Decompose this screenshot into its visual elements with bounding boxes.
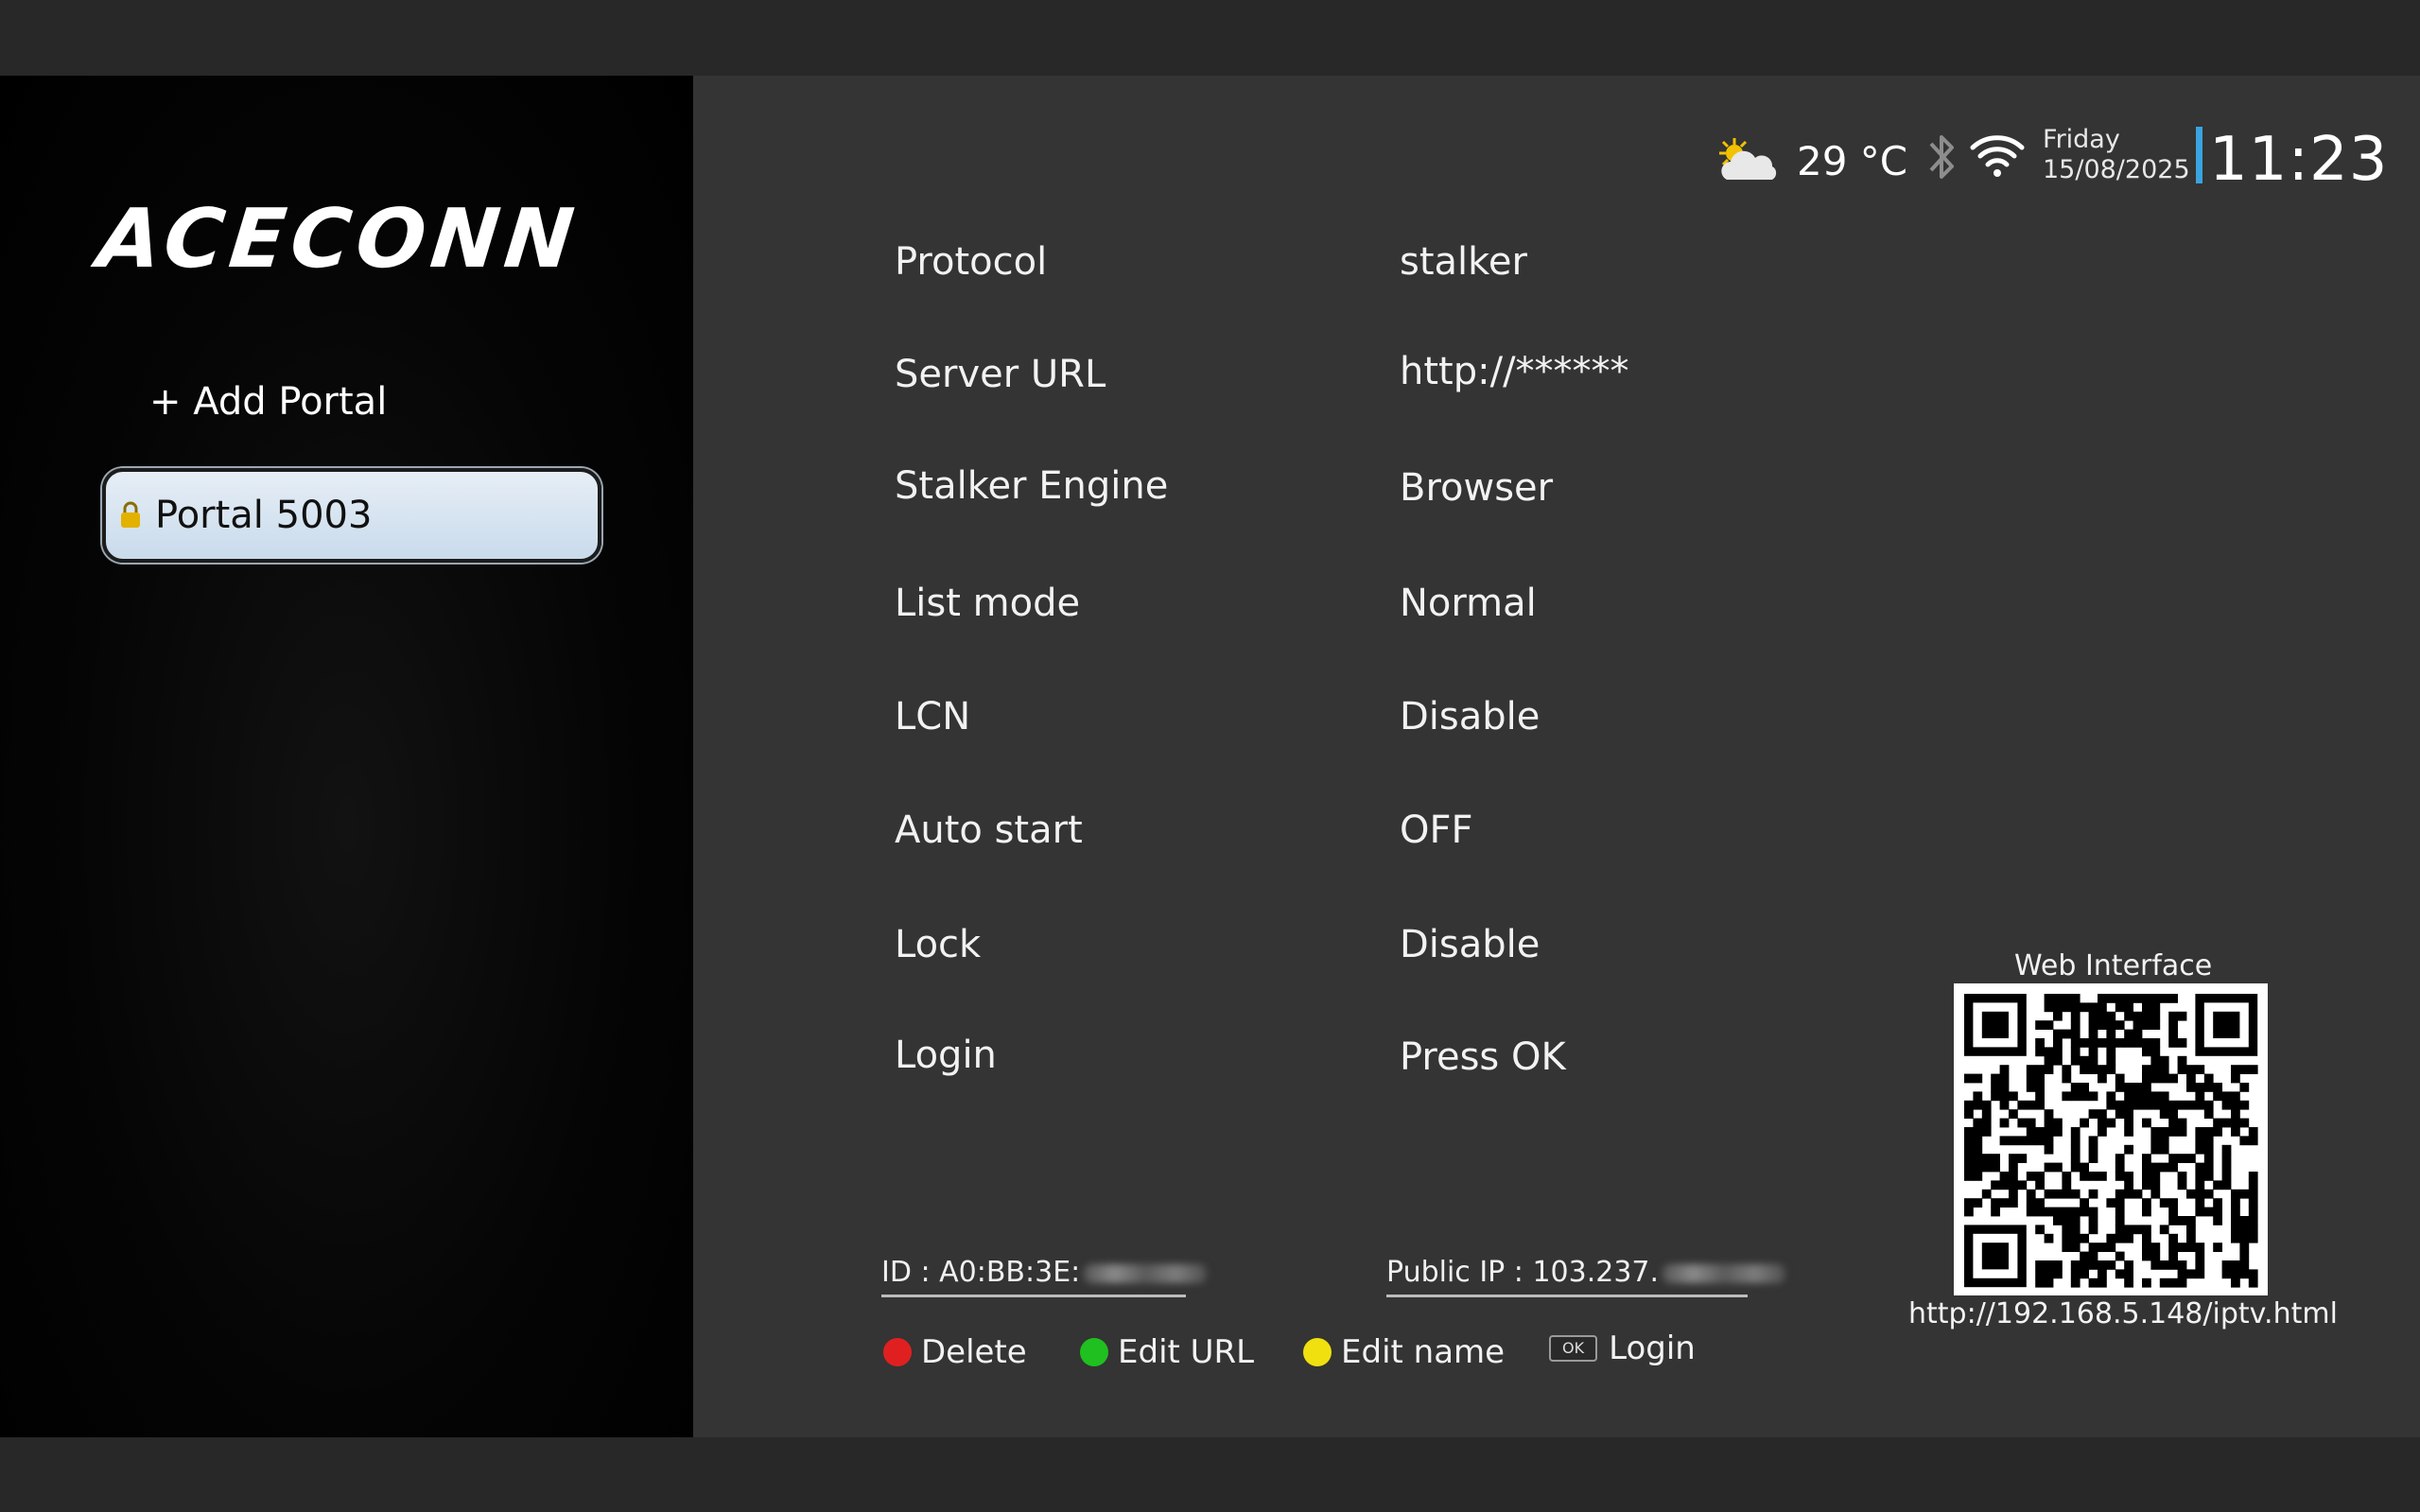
bottom-letterbox [0, 1437, 2420, 1512]
edit-name-button[interactable]: Edit name [1303, 1333, 1505, 1371]
qr-code-icon [1964, 994, 2258, 1288]
red-key-icon [883, 1338, 912, 1366]
sidebar-item-portal[interactable]: Portal 5003 [102, 468, 601, 563]
login-label: Login [895, 1034, 997, 1077]
redacted-blur [1663, 1263, 1786, 1283]
edit-name-label: Edit name [1341, 1333, 1506, 1371]
lcn-label: LCN [895, 695, 971, 739]
ok-key-icon: OK [1549, 1335, 1598, 1362]
auto-start-value[interactable]: OFF [1400, 808, 1473, 852]
protocol-label: Protocol [895, 240, 1048, 284]
lock-label: Lock [895, 923, 982, 966]
partly-cloudy-sun-icon [1719, 138, 1777, 180]
yellow-key-icon [1303, 1338, 1332, 1366]
portal-label: Portal 5003 [155, 494, 373, 537]
web-interface-title: Web Interface [2014, 949, 2213, 982]
delete-button[interactable]: Delete [883, 1333, 1027, 1371]
brand-logo: ACECONN [93, 192, 584, 287]
auto-start-label: Auto start [895, 808, 1083, 852]
clock-divider [2196, 127, 2202, 183]
stalker-engine-value[interactable]: Browser [1400, 466, 1553, 510]
lock-icon [121, 501, 140, 528]
login-action-label: Login [1609, 1330, 1696, 1367]
device-id: ID : A0:BB:3E: [881, 1256, 1208, 1297]
server-url-value[interactable]: http://****** [1400, 350, 1629, 393]
clock: 11:23 [2209, 125, 2389, 195]
edit-url-label: Edit URL [1118, 1333, 1255, 1371]
temperature: 29 °C [1797, 138, 1908, 184]
delete-label: Delete [921, 1333, 1027, 1371]
date: 15/08/2025 [2043, 155, 2190, 184]
login-button[interactable]: OK Login [1549, 1330, 1696, 1367]
wifi-icon [1970, 135, 2025, 177]
server-url-label: Server URL [895, 353, 1106, 396]
qr-code [1954, 983, 2268, 1295]
green-key-icon [1080, 1338, 1108, 1366]
list-mode-label: List mode [895, 582, 1081, 625]
weekday: Friday [2043, 125, 2120, 154]
sidebar: ACECONN + Add Portal Portal 5003 [0, 76, 693, 1437]
web-interface-url: http://192.168.5.148/iptv.html [1908, 1297, 2338, 1330]
redacted-blur [1084, 1263, 1208, 1283]
add-portal-button[interactable]: + Add Portal [149, 380, 387, 424]
protocol-value[interactable]: stalker [1400, 240, 1527, 284]
status-bar: 29 °C Friday 15/08/2025 11:23 [1712, 123, 2387, 199]
list-mode-value[interactable]: Normal [1400, 582, 1537, 625]
public-ip: Public IP : 103.237. [1386, 1256, 1786, 1297]
public-ip-text: Public IP : 103.237. [1386, 1256, 1660, 1289]
device-id-text: ID : A0:BB:3E: [881, 1256, 1081, 1289]
lcn-value[interactable]: Disable [1400, 695, 1540, 739]
stalker-engine-label: Stalker Engine [895, 464, 1169, 508]
login-value[interactable]: Press OK [1400, 1035, 1566, 1079]
bluetooth-icon [1929, 135, 1954, 179]
top-letterbox [0, 0, 2420, 76]
lock-value[interactable]: Disable [1400, 923, 1540, 966]
edit-url-button[interactable]: Edit URL [1080, 1333, 1254, 1371]
